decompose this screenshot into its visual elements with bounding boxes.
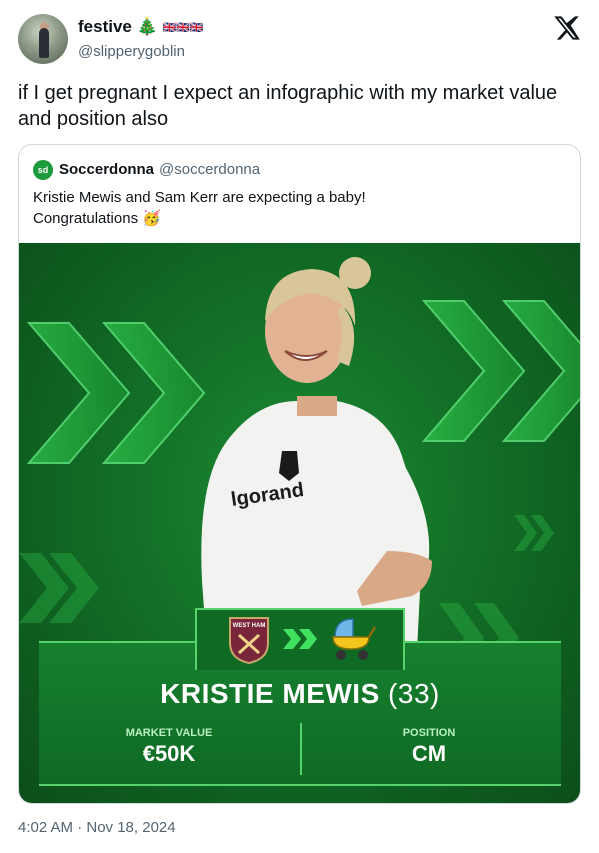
x-logo-icon[interactable] — [553, 14, 581, 42]
market-value: €50K — [142, 741, 196, 766]
infographic-image[interactable]: lgorand WEST HAM KRISTIE MEWIS (33) MARK… — [19, 243, 580, 803]
player-name: KRISTIE MEWIS (33) — [39, 678, 561, 710]
player-photo: lgorand — [201, 257, 432, 651]
quoted-text-line1: Kristie Mewis and Sam Kerr are expecting… — [33, 189, 366, 206]
quoted-tweet[interactable]: sd Soccerdonna @soccerdonna Kristie Mewi… — [18, 144, 581, 804]
author-display-name[interactable]: festive 🎄 🇬🇧🇬🇧🇬🇧 — [78, 17, 204, 37]
quoted-display-name[interactable]: Soccerdonna — [59, 161, 154, 178]
west-ham-crest-icon: WEST HAM — [229, 617, 269, 665]
chevrons-right-icon — [421, 300, 580, 442]
player-age: (33) — [388, 678, 440, 709]
tweet-timestamp[interactable]: 4:02 AM · Nov 18, 2024 — [18, 819, 176, 836]
soccerdonna-logo-icon: sd — [33, 160, 53, 180]
stats-divider — [300, 723, 302, 775]
author-avatar[interactable] — [18, 14, 68, 64]
crest-label: WEST HAM — [233, 623, 266, 629]
quoted-text: Kristie Mewis and Sam Kerr are expecting… — [33, 187, 563, 229]
position-label: POSITION — [402, 727, 456, 739]
market-value-label: MARKET VALUE — [125, 727, 213, 739]
tweet-text: if I get pregnant I expect an infographi… — [18, 82, 558, 130]
double-arrow-icon — [283, 629, 317, 649]
player-name-text: KRISTIE MEWIS — [160, 678, 380, 709]
author-handle[interactable]: @slipperygoblin — [78, 43, 185, 60]
quoted-handle[interactable]: @soccerdonna — [159, 161, 260, 178]
author-flag-emojis: 🇬🇧🇬🇧🇬🇧 — [162, 22, 204, 35]
quoted-text-line2: Congratulations 🥳 — [33, 210, 161, 227]
chevrons-left-icon — [26, 322, 206, 464]
tweet-card: festive 🎄 🇬🇧🇬🇧🇬🇧 @slipperygoblin if I ge… — [0, 0, 599, 853]
position-value: CM — [411, 741, 447, 766]
author-name-text: festive 🎄 — [78, 17, 158, 36]
baby-stroller-icon — [332, 618, 377, 660]
avatar-figure — [39, 28, 49, 58]
